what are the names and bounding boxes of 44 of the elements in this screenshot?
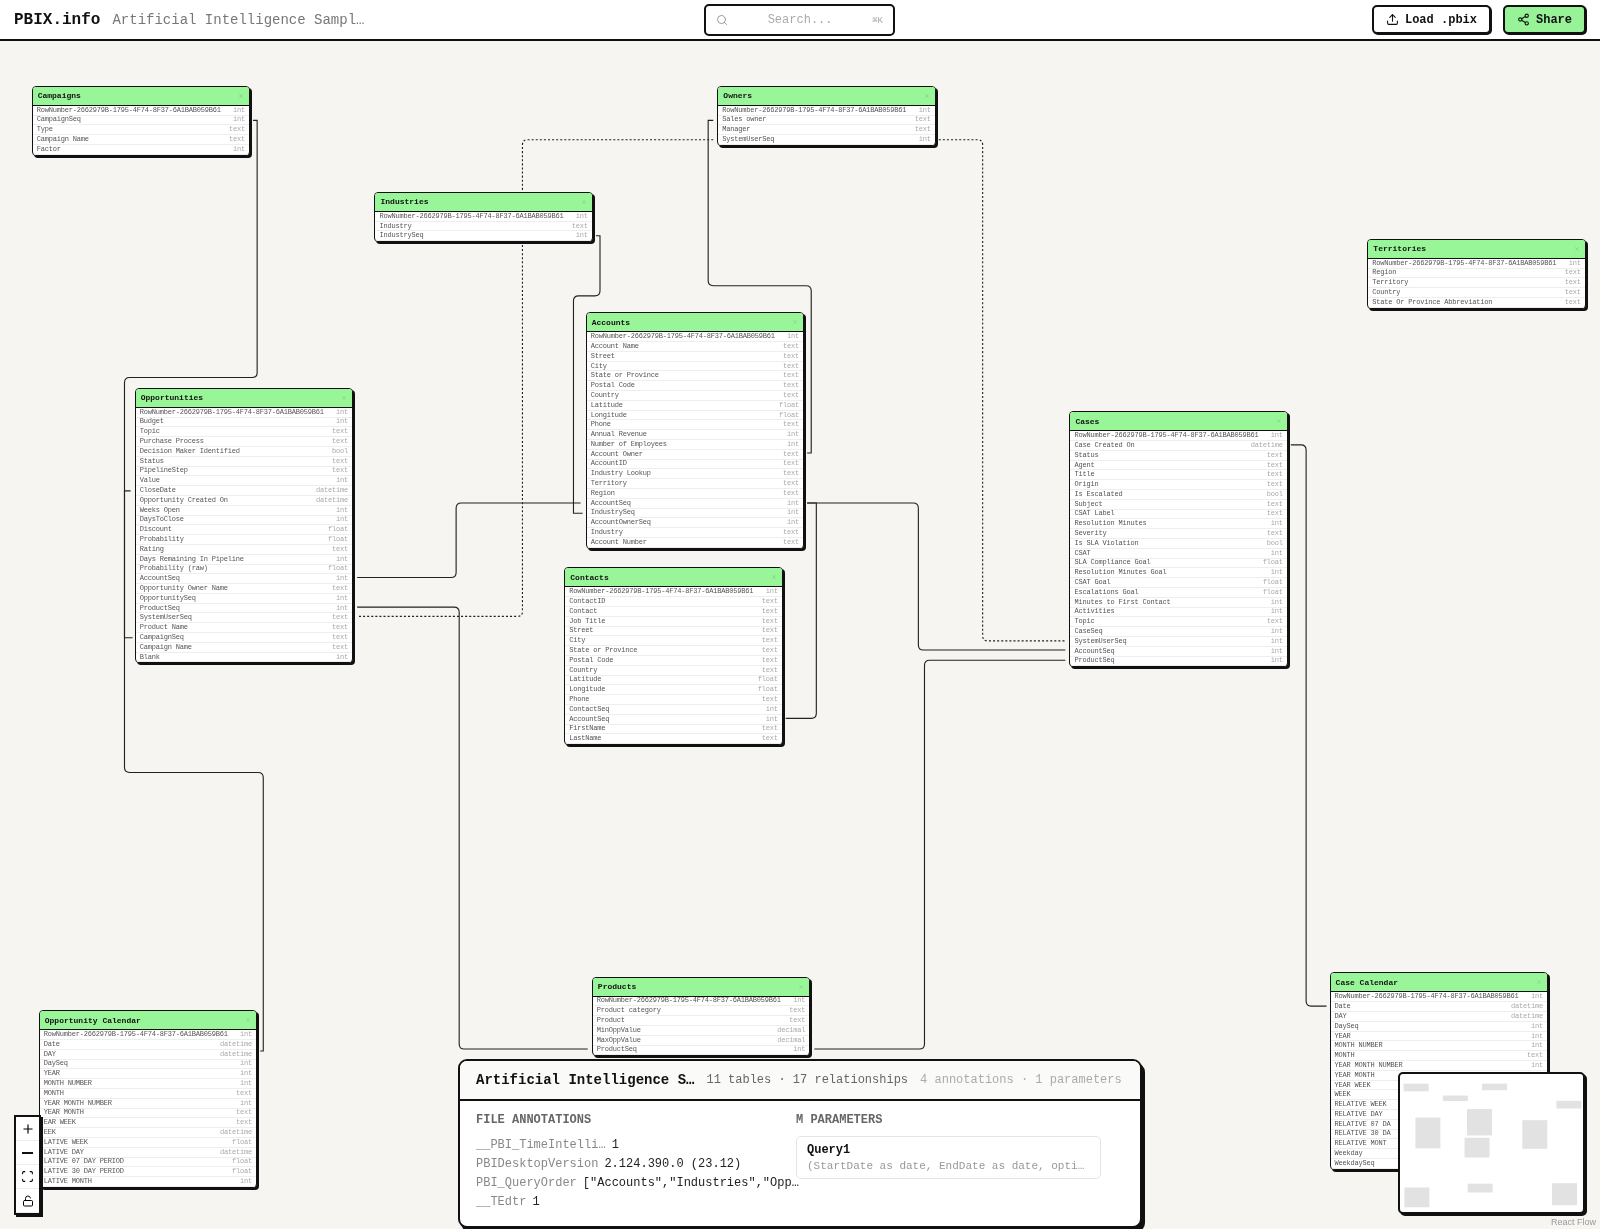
fit-view-icon xyxy=(21,1170,34,1183)
plus-icon xyxy=(20,1121,35,1136)
upload-icon xyxy=(1385,13,1399,26)
table-node[interactable] xyxy=(585,312,805,549)
annotation-key: __PBI_TimeIntelli… xyxy=(476,1136,606,1155)
parameter-name: Query1 xyxy=(807,1143,852,1157)
section-heading: FILE ANNOTATIONS xyxy=(476,1113,593,1127)
table-name: Accounts xyxy=(591,317,631,327)
app-logo[interactable]: PBIX.info xyxy=(14,10,101,29)
share-icon xyxy=(1517,13,1530,26)
lock-icon xyxy=(21,1194,34,1207)
table-node[interactable] xyxy=(134,387,354,664)
table-name: Case Calendar xyxy=(1335,977,1398,987)
table-name: Opportunity Calendar xyxy=(44,1015,141,1025)
table-node[interactable] xyxy=(38,1010,258,1188)
load-button[interactable]: Load .pbix xyxy=(1371,5,1491,34)
parameter-value: (StartDate as date, EndDate as date, opti… xyxy=(807,1160,1086,1172)
table-name: Campaigns xyxy=(37,91,81,101)
summary-stats: 11 tables · 17 relationships xyxy=(706,1073,909,1087)
section-heading: M PARAMETERS xyxy=(796,1113,884,1127)
table-node[interactable] xyxy=(1069,411,1288,668)
search-input[interactable]: Search... xyxy=(736,12,865,28)
share-button[interactable]: Share xyxy=(1503,5,1586,34)
table-node[interactable] xyxy=(564,567,783,746)
table-name: Opportunities xyxy=(140,393,204,403)
annotation-value: 1 xyxy=(532,1194,540,1211)
summary-stats: 4 annotations · 1 parameters xyxy=(920,1073,1122,1087)
shortcut-hint: ⌘K xyxy=(872,14,883,26)
annotation-key: __TEdtr xyxy=(476,1193,527,1212)
annotation-value: 2.124.390.0 (23.12) xyxy=(604,1156,742,1173)
annotation-key: PBI_QueryOrder xyxy=(476,1174,577,1193)
file-name: Artificial Intelligence Sampl… xyxy=(112,11,365,28)
table-name: Cases xyxy=(1075,416,1100,426)
table-name: Products xyxy=(597,982,637,991)
annotation-value: ["Accounts","Industries","Opp… xyxy=(582,1175,799,1192)
minus-icon xyxy=(22,1151,33,1154)
summary-title: Artificial Intelligence S… xyxy=(476,1072,695,1088)
table-name: Territories xyxy=(1373,244,1427,254)
table-name: Owners xyxy=(723,91,753,101)
annotation-key: PBIDesktopVersion xyxy=(476,1155,599,1174)
table-name: Industries xyxy=(380,197,429,207)
annotation-value: 1 xyxy=(611,1137,619,1154)
search-icon xyxy=(716,14,728,26)
table-name: Contacts xyxy=(570,572,609,582)
